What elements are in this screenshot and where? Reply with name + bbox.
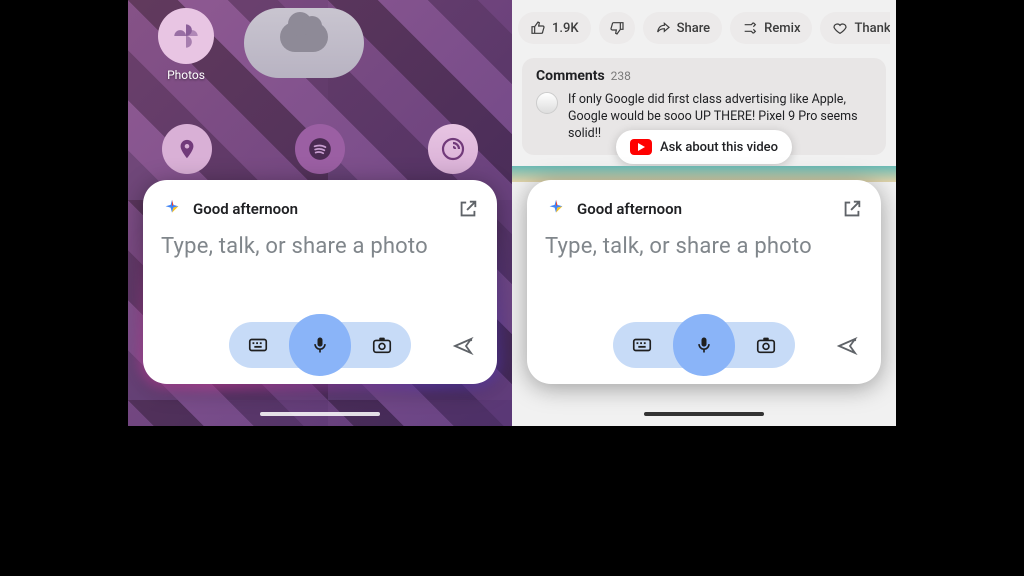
like-count: 1.9K <box>552 21 579 36</box>
microphone-icon <box>694 335 714 355</box>
sparkle-icon <box>161 198 183 220</box>
video-action-row: 1.9K Share Remix Thanks <box>518 12 890 44</box>
popout-icon[interactable] <box>457 198 479 220</box>
popout-icon[interactable] <box>841 198 863 220</box>
app-maps[interactable] <box>162 124 212 174</box>
dock <box>128 124 512 174</box>
greeting-text: Good afternoon <box>193 200 457 218</box>
phone-home-screen: Photos <box>128 0 512 576</box>
send-icon[interactable] <box>835 334 859 358</box>
assistant-placeholder[interactable]: Type, talk, or share a photo <box>161 234 479 259</box>
app-photos[interactable]: Photos <box>158 8 214 82</box>
photos-icon <box>158 8 214 64</box>
mic-button[interactable] <box>681 322 727 368</box>
youtube-icon <box>630 139 652 155</box>
thumbs-up-icon <box>530 20 546 36</box>
dislike-button[interactable] <box>599 12 635 44</box>
remix-label: Remix <box>764 21 800 36</box>
pin-icon <box>176 138 198 160</box>
home-indicator[interactable] <box>644 412 764 416</box>
weather-widget[interactable] <box>244 8 364 78</box>
remix-icon <box>742 20 758 36</box>
avatar <box>536 92 558 114</box>
assistant-placeholder[interactable]: Type, talk, or share a photo <box>545 234 863 259</box>
mic-button[interactable] <box>297 322 343 368</box>
input-mode-row <box>527 322 881 368</box>
pocketcasts-icon <box>441 137 465 161</box>
cloud-icon <box>280 22 328 52</box>
input-mode-row <box>143 322 497 368</box>
assistant-card[interactable]: Good afternoon Type, talk, or share a ph… <box>527 180 881 384</box>
home-indicator[interactable] <box>260 412 380 416</box>
spotify-icon <box>307 136 333 162</box>
app-spotify[interactable] <box>295 124 345 174</box>
phone-youtube-screen: 1.9K Share Remix Thanks <box>512 0 896 576</box>
share-label: Share <box>677 21 711 36</box>
keyboard-icon[interactable] <box>629 332 655 358</box>
assistant-card[interactable]: Good afternoon Type, talk, or share a ph… <box>143 180 497 384</box>
greeting-text: Good afternoon <box>577 200 841 218</box>
camera-icon[interactable] <box>753 332 779 358</box>
remix-button[interactable]: Remix <box>730 12 812 44</box>
ask-about-video-chip[interactable]: Ask about this video <box>616 130 792 164</box>
app-label: Photos <box>167 68 205 82</box>
thanks-button[interactable]: Thanks <box>820 12 890 44</box>
ask-chip-label: Ask about this video <box>660 140 778 155</box>
share-icon <box>655 20 671 36</box>
send-icon[interactable] <box>451 334 475 358</box>
thanks-label: Thanks <box>854 21 890 36</box>
thumbs-down-icon <box>609 20 625 36</box>
keyboard-icon[interactable] <box>245 332 271 358</box>
comments-count: 238 <box>611 69 631 83</box>
share-button[interactable]: Share <box>643 12 723 44</box>
app-pocketcasts[interactable] <box>428 124 478 174</box>
camera-icon[interactable] <box>369 332 395 358</box>
microphone-icon <box>310 335 330 355</box>
sparkle-icon <box>545 198 567 220</box>
heart-icon <box>832 20 848 36</box>
comments-title: Comments <box>536 68 605 84</box>
like-button[interactable]: 1.9K <box>518 12 591 44</box>
